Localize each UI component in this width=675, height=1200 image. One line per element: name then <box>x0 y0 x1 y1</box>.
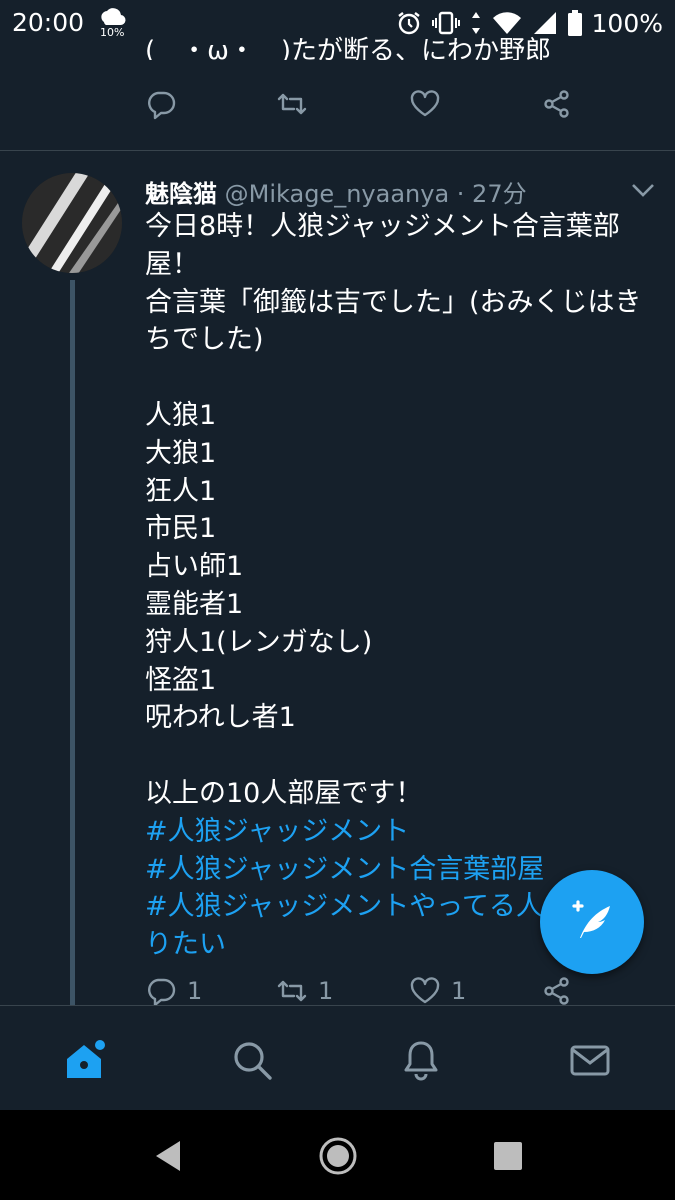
retweet-count: 1 <box>318 977 334 1005</box>
reply-icon <box>148 91 176 120</box>
home-icon[interactable] <box>63 1038 107 1082</box>
retweet-icon <box>277 980 307 1002</box>
tweet-divider <box>0 150 675 151</box>
tweet-line <box>145 359 650 397</box>
retweet-icon <box>277 93 307 115</box>
avatar[interactable] <box>22 173 122 273</box>
display-name[interactable]: 魅陰猫 <box>145 180 217 208</box>
tweet-line: 合言葉「御籤は吉でした」(おみくじはき <box>145 286 642 318</box>
previous-tweet-text: ( ・ω・ )たが断る、にわか野郎 <box>145 36 552 60</box>
tweet-line: 以上の10人部屋です！ <box>145 777 423 809</box>
retweet-button[interactable]: 1 <box>276 975 333 1007</box>
user-handle[interactable]: @Mikage_nyaanya <box>225 180 450 208</box>
heart-icon <box>410 90 440 117</box>
bell-icon[interactable] <box>399 1038 443 1082</box>
tweet-line: 狂人1 <box>145 475 217 507</box>
tweet-line: 市民1 <box>145 513 217 545</box>
like-button[interactable] <box>409 88 441 120</box>
tweet-header: 魅陰猫 @Mikage_nyaanya · 27分 <box>145 174 527 209</box>
tweet-line: 今日8時！人狼ジャッジメント合言葉部 <box>145 211 620 242</box>
tweet-line: 人狼1 <box>145 399 217 431</box>
share-icon <box>544 90 569 118</box>
back-icon[interactable] <box>150 1136 190 1176</box>
tweet-line: ちでした) <box>145 324 264 356</box>
tweet-text: 今日8時！人狼ジャッジメント合言葉部 屋！ 合言葉「御籤は吉でした」(おみくじは… <box>145 208 650 964</box>
bottom-tab-bar <box>0 1005 675 1111</box>
tweet-line: 大狼1 <box>145 437 217 469</box>
reply-icon <box>148 978 176 1007</box>
status-time: 20:00 <box>12 8 85 37</box>
tweet-line: 呪われし者1 <box>145 702 296 734</box>
reply-button[interactable] <box>145 88 177 120</box>
weather-icon: 10% <box>96 6 130 40</box>
home-circle-icon[interactable] <box>318 1136 358 1176</box>
tweet-line: 怪盗1 <box>145 664 217 696</box>
tweet-line: 狩人1(レンガなし) <box>145 626 373 658</box>
recents-icon[interactable] <box>488 1136 528 1176</box>
thread-line <box>70 280 75 1005</box>
reply-count: 1 <box>187 977 203 1005</box>
share-button[interactable] <box>541 88 573 120</box>
tweet-line: 占い師1 <box>145 551 244 583</box>
previous-tweet-actions <box>0 88 675 138</box>
tweet-line <box>145 737 650 775</box>
compose-tweet-button[interactable] <box>540 870 644 974</box>
retweet-button[interactable] <box>276 88 308 120</box>
tweet-line: 霊能者1 <box>145 588 244 620</box>
weather-percent: 10% <box>100 26 125 39</box>
search-icon[interactable] <box>230 1038 274 1082</box>
system-nav-bar <box>0 1110 675 1200</box>
chevron-down-icon[interactable] <box>628 178 658 202</box>
compose-feather-icon <box>572 900 610 938</box>
like-button[interactable]: 1 <box>409 975 466 1007</box>
reply-button[interactable]: 1 <box>145 975 202 1007</box>
share-button[interactable] <box>541 975 573 1007</box>
tweet-line: 屋！ <box>145 248 199 280</box>
hashtag-link[interactable]: #人狼ジャッジメント <box>145 813 650 851</box>
heart-icon <box>410 977 440 1004</box>
share-icon <box>544 977 569 1005</box>
tweet-time: · 27分 <box>449 180 527 208</box>
mail-icon[interactable] <box>568 1038 612 1082</box>
like-count: 1 <box>451 977 467 1005</box>
